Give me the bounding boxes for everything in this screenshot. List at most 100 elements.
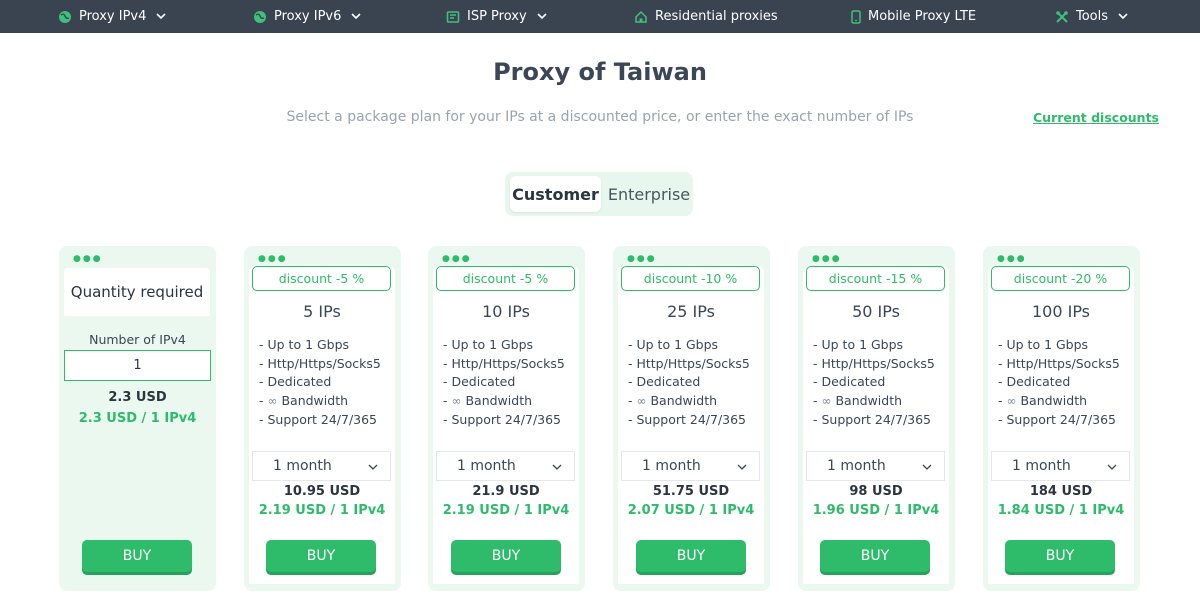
buy-button[interactable]: BUY — [1005, 540, 1115, 572]
feature-list: - Up to 1 Gbps - Http/Https/Socks5 - Ded… — [998, 336, 1120, 429]
chevron-down-icon — [552, 458, 562, 474]
plan-ip-count: 5 IPs — [303, 302, 341, 321]
chevron-down-icon — [368, 458, 378, 474]
infinity-icon: ∞ — [821, 394, 832, 409]
plan-ip-count: 25 IPs — [667, 302, 715, 321]
period-value: 1 month — [1012, 458, 1071, 474]
dots-decoration: ●●● — [627, 254, 657, 264]
feature-item: - Dedicated — [443, 374, 516, 390]
globe-icon — [58, 10, 72, 24]
period-select[interactable]: 1 month — [621, 451, 760, 481]
discount-badge: discount -5 % — [252, 266, 391, 291]
nav-item-tools[interactable]: Tools — [1055, 0, 1128, 33]
nav-item-proxy-ipv4[interactable]: Proxy IPv4 — [58, 0, 166, 33]
feature-item: - Dedicated — [998, 374, 1071, 390]
chevron-down-icon — [351, 13, 361, 20]
plan-total-price: 21.9 USD — [472, 484, 540, 499]
feature-item: - Dedicated — [259, 374, 332, 390]
dots-decoration: ●●● — [812, 254, 842, 264]
globe-icon — [253, 10, 267, 24]
nav-item-proxy-ipv6[interactable]: Proxy IPv6 — [253, 0, 361, 33]
toggle-enterprise[interactable]: Enterprise — [601, 176, 697, 212]
feature-item: - Support 24/7/365 — [813, 411, 932, 427]
feature-item: - Dedicated — [813, 374, 886, 390]
nav-label: Tools — [1076, 9, 1109, 24]
period-value: 1 month — [273, 458, 332, 474]
chevron-down-icon — [737, 458, 747, 474]
feature-item: - Support 24/7/365 — [998, 411, 1117, 427]
infinity-icon: ∞ — [451, 394, 462, 409]
feature-item: - Http/Https/Socks5 — [443, 355, 565, 371]
period-value: 1 month — [457, 458, 516, 474]
nav-item-isp-proxy[interactable]: ISP Proxy — [446, 0, 547, 33]
period-select[interactable]: 1 month — [991, 451, 1130, 481]
period-value: 1 month — [642, 458, 701, 474]
feature-item: - Up to 1 Gbps — [813, 337, 904, 352]
chevron-down-icon — [922, 458, 932, 474]
quantity-total-price: 2.3 USD — [108, 390, 167, 405]
infinity-icon: ∞ — [636, 394, 647, 409]
plan-card-body: discount -5 % 5 IPs - Up to 1 Gbps - Htt… — [249, 266, 395, 584]
feature-item: - ∞ Bandwidth — [998, 393, 1088, 409]
current-discounts-link[interactable]: Current discounts — [1033, 110, 1159, 125]
feature-item: - Http/Https/Socks5 — [628, 355, 750, 371]
buy-button[interactable]: BUY — [266, 540, 376, 572]
discount-badge: discount -20 % — [991, 266, 1130, 291]
dots-decoration: ●●● — [258, 254, 288, 264]
feature-list: - Up to 1 Gbps - Http/Https/Socks5 - Ded… — [813, 336, 935, 429]
nav-label: Proxy IPv4 — [79, 9, 147, 24]
dots-decoration: ●●● — [442, 254, 472, 264]
nav-item-mobile-proxy-lte[interactable]: Mobile Proxy LTE — [851, 0, 976, 33]
mobile-icon — [851, 9, 861, 24]
dots-decoration: ●●● — [997, 254, 1027, 264]
nav-label: Proxy IPv6 — [274, 9, 342, 24]
page-subtitle: Select a package plan for your IPs at a … — [286, 109, 914, 125]
quantity-label: Number of IPv4 — [89, 332, 186, 347]
chevron-down-icon — [1107, 458, 1117, 474]
ip-quantity-input[interactable] — [64, 350, 211, 381]
nav-label: Residential proxies — [655, 9, 778, 24]
feature-item: - Up to 1 Gbps — [998, 337, 1089, 352]
plan-card: ●●● discount -5 % 5 IPs - Up to 1 Gbps -… — [244, 246, 401, 591]
isp-icon — [446, 10, 460, 24]
buy-button[interactable]: BUY — [636, 540, 746, 572]
feature-item: - Support 24/7/365 — [628, 411, 747, 427]
period-value: 1 month — [827, 458, 886, 474]
feature-item: - Support 24/7/365 — [259, 411, 378, 427]
plan-total-price: 10.95 USD — [283, 484, 361, 499]
plan-card-body: discount -15 % 50 IPs - Up to 1 Gbps - H… — [803, 266, 949, 584]
period-select[interactable]: 1 month — [806, 451, 945, 481]
plan-total-price: 184 USD — [1029, 484, 1093, 499]
period-select[interactable]: 1 month — [252, 451, 391, 481]
plan-total-price: 98 USD — [849, 484, 903, 499]
chevron-down-icon — [537, 13, 547, 20]
feature-item: - Support 24/7/365 — [443, 411, 562, 427]
nav-label: ISP Proxy — [467, 9, 527, 24]
nav-item-residential-proxies[interactable]: Residential proxies — [634, 0, 778, 33]
plan-ip-count: 100 IPs — [1031, 302, 1091, 321]
dots-decoration: ●●● — [73, 254, 103, 264]
plan-card: ●●● discount -10 % 25 IPs - Up to 1 Gbps… — [613, 246, 770, 591]
nav-label: Mobile Proxy LTE — [868, 9, 977, 24]
infinity-icon: ∞ — [267, 394, 278, 409]
feature-item: - Http/Https/Socks5 — [259, 355, 381, 371]
period-select[interactable]: 1 month — [436, 451, 575, 481]
plan-ip-count: 10 IPs — [482, 302, 530, 321]
chevron-down-icon — [1118, 13, 1128, 20]
plan-unit-price: 2.07 USD / 1 IPv4 — [627, 503, 755, 518]
buy-button[interactable]: BUY — [82, 540, 192, 572]
toggle-customer[interactable]: Customer — [510, 176, 601, 212]
buy-button[interactable]: BUY — [451, 540, 561, 572]
buy-button[interactable]: BUY — [820, 540, 930, 572]
plan-unit-price: 1.96 USD / 1 IPv4 — [812, 503, 940, 518]
discount-badge: discount -15 % — [806, 266, 945, 291]
feature-item: - Dedicated — [628, 374, 701, 390]
plan-card: ●●● discount -15 % 50 IPs - Up to 1 Gbps… — [798, 246, 955, 591]
home-icon — [634, 10, 648, 24]
plan-card: ●●● discount -20 % 100 IPs - Up to 1 Gbp… — [983, 246, 1140, 591]
discount-badge: discount -10 % — [621, 266, 760, 291]
plan-unit-price: 2.19 USD / 1 IPv4 — [258, 503, 386, 518]
feature-item: - Up to 1 Gbps — [443, 337, 534, 352]
feature-item: - Up to 1 Gbps — [259, 337, 350, 352]
plan-ip-count: 50 IPs — [852, 302, 900, 321]
